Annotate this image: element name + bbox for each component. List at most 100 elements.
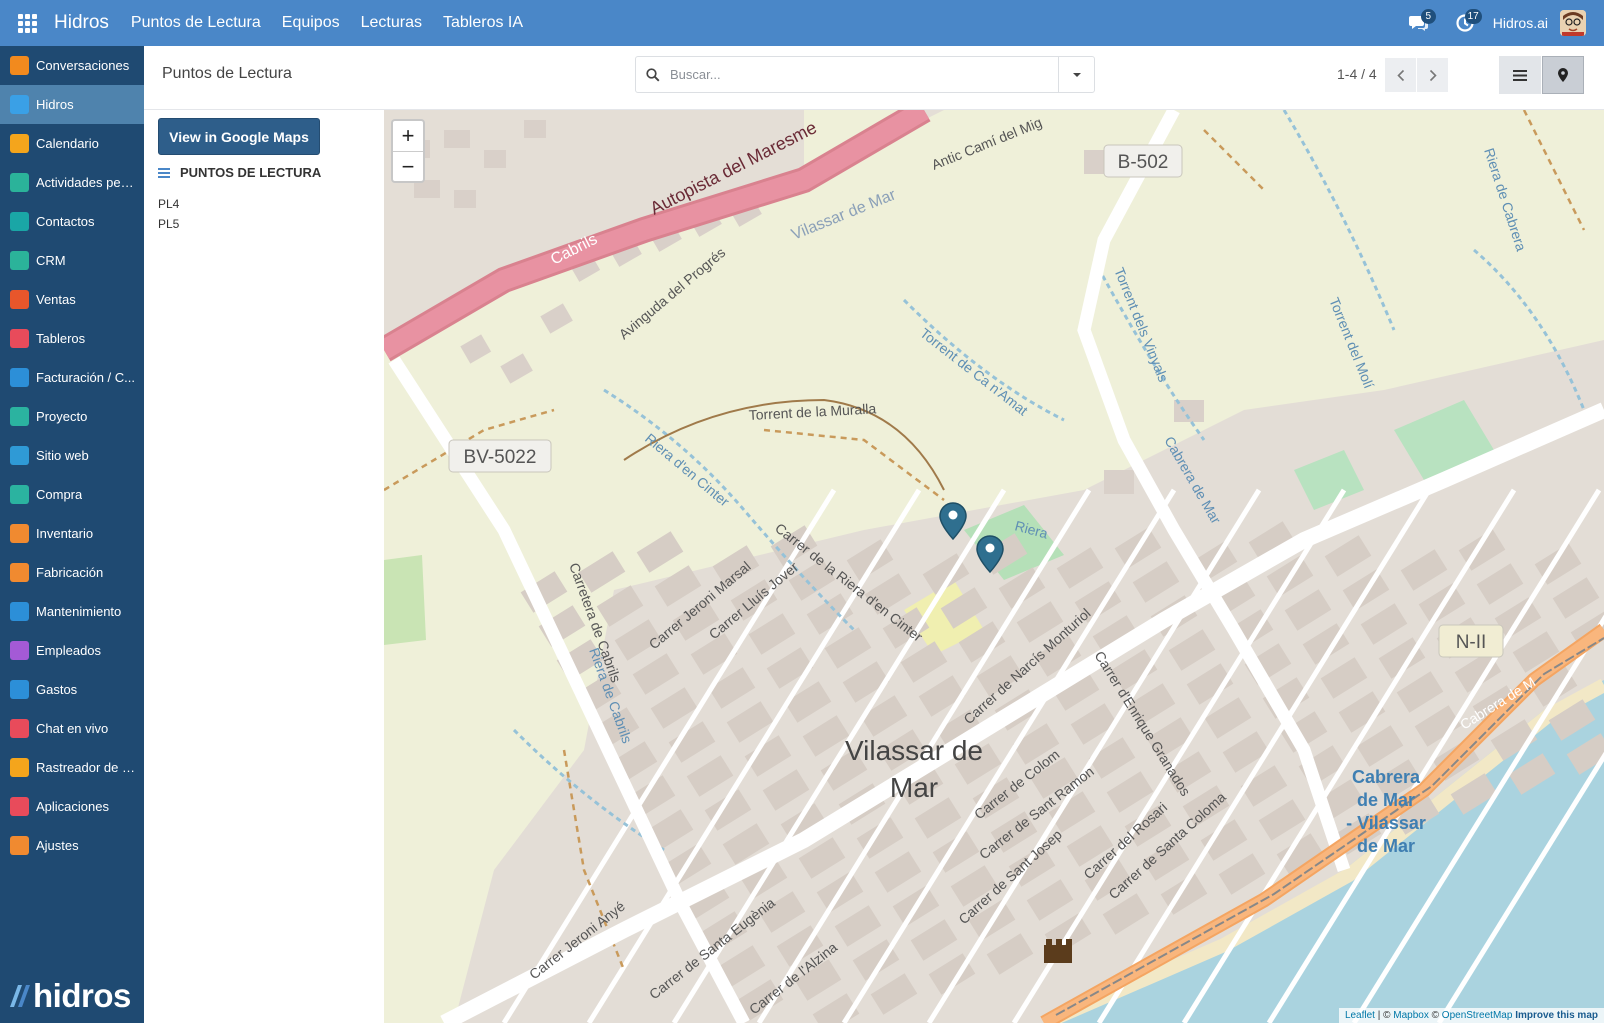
app-brand[interactable]: Hidros — [54, 12, 109, 34]
menu-equipos[interactable]: Equipos — [282, 14, 340, 32]
attribution-sep: | © — [1374, 1010, 1394, 1021]
attribution-leaflet-link[interactable]: Leaflet — [1345, 1010, 1375, 1021]
sidebar-item-label: Mantenimiento — [36, 604, 122, 619]
manufacturing-icon — [10, 563, 29, 582]
sidebar-item-website[interactable]: Sitio web — [0, 436, 144, 475]
menu-tableros-ia[interactable]: Tableros IA — [443, 14, 523, 32]
menu-puntos-de-lectura[interactable]: Puntos de Lectura — [131, 14, 261, 32]
list-view-button[interactable] — [1499, 56, 1541, 94]
sidebar-item-project[interactable]: Proyecto — [0, 397, 144, 436]
hidros-icon — [10, 95, 29, 114]
sidebar-item-label: Rastreador de e... — [36, 760, 136, 775]
purchase-icon — [10, 485, 29, 504]
map-label-cabrera-line1: Cabrera — [1352, 767, 1421, 787]
avatar-image — [1560, 10, 1586, 36]
user-avatar[interactable] — [1560, 10, 1586, 36]
map-pin-icon — [939, 502, 967, 540]
sidebar-item-label: Contactos — [36, 214, 95, 229]
attribution-sep: © — [1428, 1010, 1442, 1021]
map-marker-pl5[interactable] — [976, 535, 1004, 573]
top-navbar: Hidros Puntos de Lectura Equipos Lectura… — [0, 0, 1604, 46]
expenses-icon — [10, 680, 29, 699]
records-list-title: PUNTOS DE LECTURA — [158, 165, 321, 180]
menu-lecturas[interactable]: Lecturas — [361, 14, 422, 32]
sidebar-item-employees[interactable]: Empleados — [0, 631, 144, 670]
sidebar-item-label: Calendario — [36, 136, 99, 151]
sidebar-item-apps[interactable]: Aplicaciones — [0, 787, 144, 826]
map-label-town-line2: Mar — [890, 772, 938, 803]
map-label-b502: B-502 — [1118, 152, 1169, 173]
map-label-cabrera-line2: de Mar — [1357, 790, 1415, 810]
sidebar-item-label: Facturación / C... — [36, 370, 135, 385]
sidebar-item-label: Tableros — [36, 331, 86, 346]
sidebar-item-manufacturing[interactable]: Fabricación — [0, 553, 144, 592]
map-label-bv5022: BV-5022 — [464, 447, 537, 468]
sidebar-item-conversations[interactable]: Conversaciones — [0, 46, 144, 85]
sidebar-item-dashboards[interactable]: Tableros — [0, 319, 144, 358]
sidebar-item-label: Gastos — [36, 682, 78, 697]
website-icon — [10, 446, 29, 465]
contacts-icon — [10, 212, 29, 231]
record-item-pl5[interactable]: PL5 — [158, 214, 179, 234]
grid-icon — [17, 13, 37, 33]
attribution-mapbox-link[interactable]: Mapbox — [1393, 1010, 1429, 1021]
sidebar-item-settings[interactable]: Ajustes — [0, 826, 144, 865]
conversations-icon — [10, 56, 29, 75]
hidros-logo: hidros — [6, 977, 131, 1015]
sidebar-item-label: Compra — [36, 487, 83, 502]
sidebar-item-invoicing[interactable]: Facturación / C... — [0, 358, 144, 397]
search-options-toggle[interactable] — [1058, 57, 1094, 92]
sidebar-item-crm[interactable]: CRM — [0, 241, 144, 280]
attribution-osm-link[interactable]: OpenStreetMap — [1442, 1010, 1513, 1021]
sidebar-item-inventory[interactable]: Inventario — [0, 514, 144, 553]
sidebar-item-label: Chat en vivo — [36, 721, 109, 736]
pager-next-button[interactable] — [1417, 58, 1448, 92]
sidebar-item-purchase[interactable]: Compra — [0, 475, 144, 514]
activities-icon — [10, 173, 29, 192]
record-item-pl4[interactable]: PL4 — [158, 194, 179, 214]
sidebar-item-sales[interactable]: Ventas — [0, 280, 144, 319]
sidebar-item-hidros[interactable]: Hidros — [0, 85, 144, 124]
sidebar-item-label: Proyecto — [36, 409, 88, 424]
sidebar-item-contacts[interactable]: Contactos — [0, 202, 144, 241]
map-label-n2: N-II — [1456, 632, 1487, 653]
sidebar-item-expenses[interactable]: Gastos — [0, 670, 144, 709]
activities-button[interactable]: 17 — [1447, 0, 1483, 46]
attribution-improve-link[interactable]: Improve this map — [1515, 1010, 1598, 1021]
sidebar-item-label: Hidros — [36, 97, 74, 112]
zoom-in-button[interactable]: + — [393, 121, 423, 151]
project-icon — [10, 407, 29, 426]
sidebar-item-activities[interactable]: Actividades pen... — [0, 163, 144, 202]
livechat-icon — [10, 719, 29, 738]
sidebar-item-label: Aplicaciones — [36, 799, 109, 814]
map-view-button[interactable] — [1542, 56, 1584, 94]
sidebar-item-label: Actividades pen... — [36, 175, 136, 190]
search-icon — [636, 56, 670, 93]
records-list: PL4 PL5 — [158, 194, 179, 234]
view-in-google-maps-button[interactable]: View in Google Maps — [158, 118, 320, 155]
map-marker-pl4[interactable] — [939, 502, 967, 540]
company-switcher[interactable]: Hidros.ai — [1493, 15, 1548, 31]
map-label-cabrera-line4: de Mar — [1357, 836, 1415, 856]
sidebar-item-maintenance[interactable]: Mantenimiento — [0, 592, 144, 631]
search-input[interactable] — [670, 59, 1058, 90]
zoom-out-button[interactable]: − — [393, 151, 423, 181]
sidebar-item-label: CRM — [36, 253, 66, 268]
pager-value[interactable]: 1-4 / 4 — [1337, 66, 1377, 82]
sidebar-item-calendar[interactable]: Calendario — [0, 124, 144, 163]
sidebar-item-label: Ventas — [36, 292, 76, 307]
map-view[interactable]: B-502 BV-5022 N-II Autopista del Maresme… — [384, 110, 1604, 1023]
messages-button[interactable]: 5 — [1401, 0, 1437, 46]
sidebar-item-tracker[interactable]: Rastreador de e... — [0, 748, 144, 787]
invoicing-icon — [10, 368, 29, 387]
sidebar-item-livechat[interactable]: Chat en vivo — [0, 709, 144, 748]
activities-count-badge: 17 — [1464, 9, 1482, 24]
pager-previous-button[interactable] — [1385, 58, 1416, 92]
apps-menu-button[interactable] — [0, 0, 54, 46]
hidros-logo-text: hidros — [33, 977, 131, 1014]
map-attribution: Leaflet | © Mapbox © OpenStreetMap Impro… — [1338, 1008, 1604, 1023]
calendar-icon — [10, 134, 29, 153]
sidebar-item-label: Empleados — [36, 643, 102, 658]
breadcrumb: Puntos de Lectura — [162, 65, 292, 82]
messages-count-badge: 5 — [1420, 9, 1436, 24]
